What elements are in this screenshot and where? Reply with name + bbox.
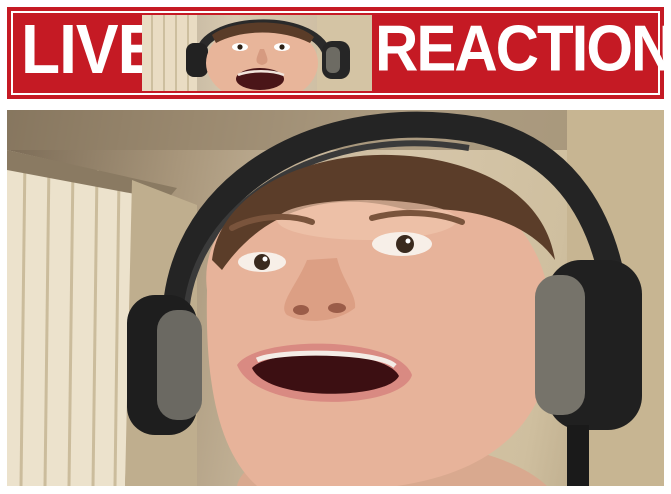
reaction-thumbnail <box>142 15 372 91</box>
live-reaction-banner: LIVE REACTION <box>7 7 671 99</box>
banner-reaction-text: REACTION <box>375 12 671 85</box>
meme-canvas: LIVE REACTION <box>0 0 671 494</box>
screaming-face-thumbnail-icon <box>142 15 372 91</box>
reaction-photo <box>7 110 664 486</box>
screaming-person-with-headset-icon <box>7 110 664 486</box>
banner-live-text: LIVE <box>21 10 160 88</box>
